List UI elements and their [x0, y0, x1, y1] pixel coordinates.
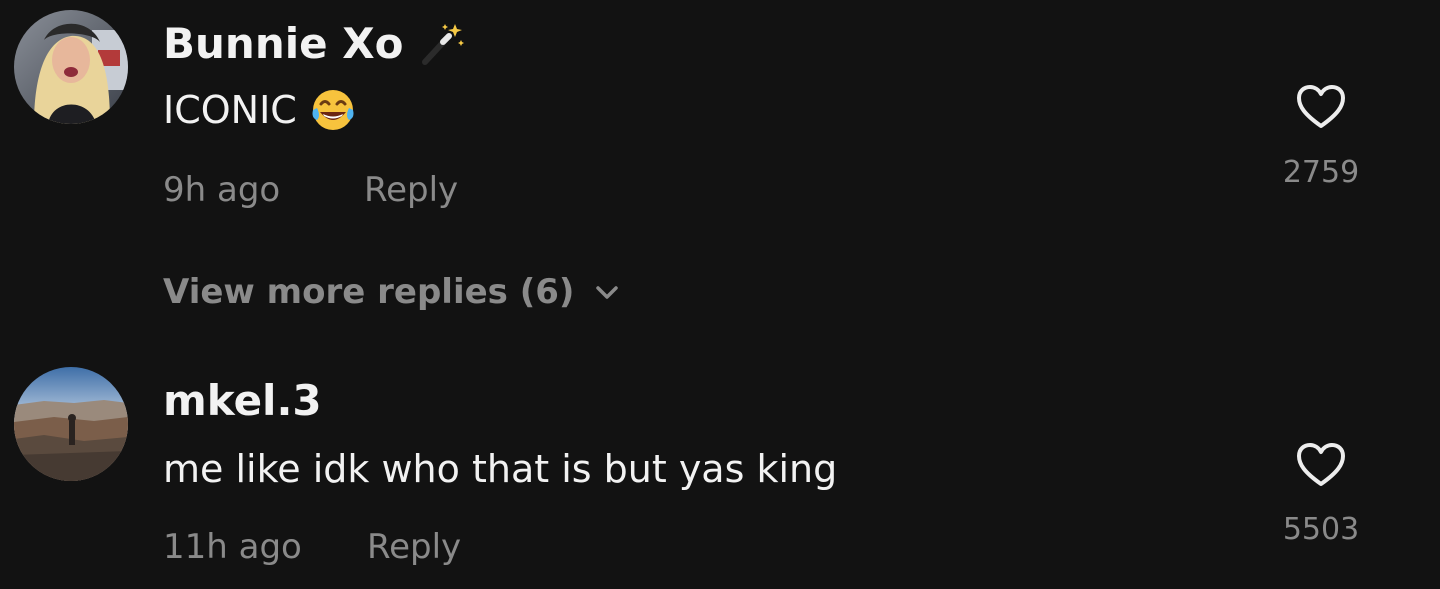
tears-of-joy-emoji	[312, 90, 354, 130]
avatar[interactable]	[14, 367, 128, 481]
comment-text-content: ICONIC	[163, 88, 297, 132]
like-count: 5503	[1282, 512, 1360, 547]
reply-button[interactable]: Reply	[364, 170, 458, 210]
comment-text-content: me like idk who that is but yas king	[163, 447, 838, 491]
reply-button[interactable]: Reply	[367, 527, 461, 567]
username-text: Bunnie Xo	[163, 18, 404, 68]
avatar[interactable]	[14, 10, 128, 124]
view-more-replies-button[interactable]: View more replies (6)	[163, 272, 622, 312]
comment-username[interactable]: Bunnie Xo	[163, 18, 467, 68]
comment-username[interactable]: mkel.3	[163, 376, 322, 425]
chevron-down-icon	[596, 286, 619, 299]
comment-text: ICONIC	[163, 86, 357, 134]
avatar-image	[14, 367, 128, 481]
avatar-image	[14, 10, 128, 124]
heart-icon[interactable]	[1294, 82, 1348, 132]
username-text: mkel.3	[163, 376, 322, 425]
view-more-label: View more replies (6)	[163, 272, 575, 312]
heart-icon[interactable]	[1294, 440, 1348, 490]
like-count: 2759	[1282, 155, 1360, 190]
comment-timestamp: 11h ago	[163, 527, 302, 567]
comment-text: me like idk who that is but yas king	[163, 447, 837, 491]
magic-wand-icon	[422, 24, 465, 65]
comment-timestamp: 9h ago	[163, 170, 281, 210]
